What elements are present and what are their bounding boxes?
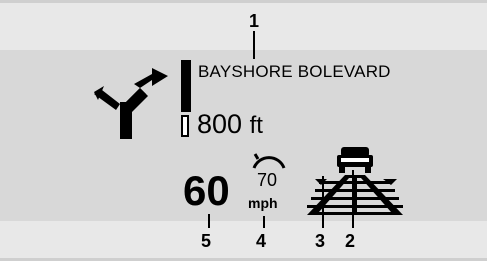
callout-2-leader	[352, 170, 354, 228]
vehicle-ahead-icon	[337, 147, 373, 173]
distance-value: 800	[197, 109, 243, 139]
distance-readout: 800 ft	[197, 109, 263, 140]
street-name: BAYSHORE BOLEVARD	[198, 62, 391, 81]
callout-2: 2	[345, 231, 356, 251]
callout-5: 5	[201, 231, 212, 251]
current-speed: 60	[183, 167, 230, 214]
lane-departure-warning-icon	[307, 147, 403, 215]
callout-4-leader	[263, 216, 265, 228]
callout-1: 1	[249, 11, 260, 31]
distance-progress-empty	[181, 115, 189, 137]
callout-3-leader	[322, 176, 324, 228]
top-band	[0, 0, 487, 50]
head-up-display: 1 BAYSHORE BOLEVARD 800 ft 60 70 mph 2 3…	[0, 0, 487, 261]
distance-unit: ft	[249, 112, 263, 139]
speed-unit: mph	[248, 195, 278, 211]
callout-4: 4	[256, 231, 267, 251]
turn-right-arrow-icon	[94, 68, 168, 139]
bottom-band	[0, 221, 487, 261]
set-speed-limit: 70	[257, 170, 278, 190]
callout-3: 3	[315, 231, 326, 251]
callout-1-leader	[253, 31, 255, 59]
speed-limit-gauge-icon	[252, 153, 286, 169]
top-border	[0, 0, 487, 3]
callout-5-leader	[208, 214, 210, 228]
distance-progress-filled	[181, 60, 191, 112]
